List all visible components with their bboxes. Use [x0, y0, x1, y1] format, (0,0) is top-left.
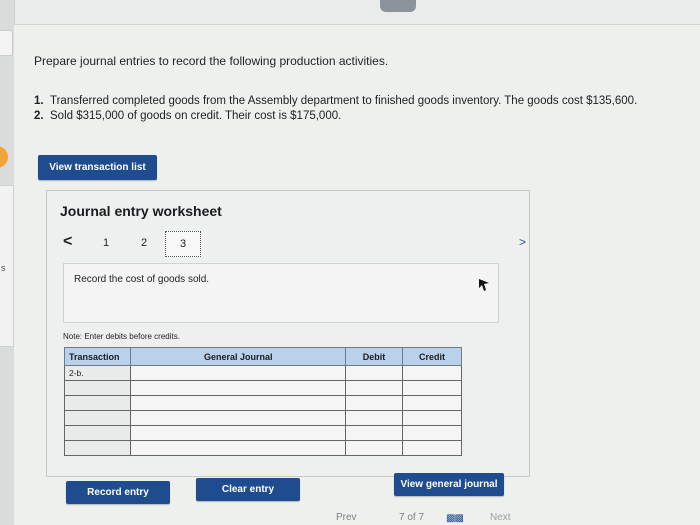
footer-prev-link[interactable]: Prev — [336, 512, 357, 523]
sidebar-orange-tab[interactable] — [0, 146, 8, 168]
item-text: Transferred completed goods from the Ass… — [50, 95, 638, 107]
transaction-cell — [63, 440, 132, 456]
table-row — [63, 410, 463, 426]
view-transaction-list-button[interactable]: View transaction list — [38, 155, 157, 180]
left-sidebar: s — [0, 0, 15, 525]
credit-input[interactable] — [406, 397, 457, 409]
transaction-cell: 2-b. — [63, 365, 132, 381]
header-debit: Debit — [345, 347, 403, 366]
credit-cell[interactable] — [401, 395, 463, 411]
record-entry-button[interactable]: Record entry — [66, 481, 170, 504]
transaction-cell — [63, 380, 132, 396]
mouse-cursor-icon — [479, 279, 489, 291]
footer-page-indicator: 7 of 7 — [399, 512, 425, 523]
debit-cell[interactable] — [345, 365, 403, 381]
top-handle[interactable] — [380, 0, 416, 12]
grid-icon[interactable]: ▩▩ — [446, 513, 464, 524]
credit-cell[interactable] — [401, 410, 463, 426]
sidebar-text-fragment: s — [1, 263, 6, 273]
page-3-tab[interactable]: 3 — [165, 231, 201, 257]
table-row — [63, 380, 463, 396]
table-row: 2-b. — [63, 365, 463, 381]
credit-input[interactable] — [406, 412, 457, 424]
prev-page-icon[interactable]: < — [63, 233, 72, 251]
header-credit: Credit — [401, 347, 463, 366]
account-input[interactable] — [135, 367, 342, 379]
credit-input[interactable] — [406, 367, 457, 379]
account-input[interactable] — [135, 382, 342, 394]
account-input[interactable] — [135, 397, 342, 409]
debit-cell[interactable] — [345, 410, 403, 426]
credit-cell[interactable] — [401, 425, 463, 441]
credit-input[interactable] — [406, 382, 457, 394]
item-number: 1. — [34, 95, 44, 107]
debit-cell[interactable] — [345, 440, 403, 456]
debit-input[interactable] — [350, 427, 398, 439]
sidebar-tab[interactable] — [0, 30, 13, 56]
account-cell[interactable] — [130, 410, 347, 426]
debit-cell[interactable] — [345, 380, 403, 396]
clear-entry-button[interactable]: Clear entry — [196, 478, 300, 501]
account-cell[interactable] — [130, 365, 347, 381]
transaction-cell — [63, 410, 132, 426]
account-cell[interactable] — [130, 380, 347, 396]
account-cell[interactable] — [130, 395, 347, 411]
activity-list: 1. Transferred completed goods from the A… — [34, 94, 637, 124]
note-text: Note: Enter debits before credits. — [63, 332, 180, 341]
next-page-icon[interactable]: > — [519, 235, 526, 249]
credit-cell[interactable] — [401, 440, 463, 456]
view-general-journal-button[interactable]: View general journal — [394, 473, 504, 496]
credit-cell[interactable] — [401, 365, 463, 381]
table-row — [63, 425, 463, 441]
account-input[interactable] — [135, 412, 342, 424]
page-1-tab[interactable]: 1 — [103, 237, 109, 249]
list-item: 2. Sold $315,000 of goods on credit. Thei… — [34, 109, 637, 124]
debit-cell[interactable] — [345, 395, 403, 411]
account-input[interactable] — [135, 442, 342, 454]
credit-input[interactable] — [406, 427, 457, 439]
footer-next-link[interactable]: Next — [490, 512, 511, 523]
table-row — [63, 395, 463, 411]
instruction-box: Record the cost of goods sold. — [63, 263, 499, 323]
item-text: Sold $315,000 of goods on credit. Their … — [50, 110, 342, 122]
item-number: 2. — [34, 110, 44, 122]
table-row — [63, 440, 463, 456]
header-general-journal: General Journal — [130, 347, 347, 366]
question-prompt: Prepare journal entries to record the fo… — [34, 54, 389, 68]
journal-table: Transaction General Journal Debit Credit… — [63, 347, 463, 456]
table-header-row: Transaction General Journal Debit Credit — [63, 347, 463, 366]
page-2-tab[interactable]: 2 — [141, 237, 147, 249]
debit-input[interactable] — [350, 367, 398, 379]
list-item: 1. Transferred completed goods from the A… — [34, 94, 637, 109]
debit-input[interactable] — [350, 412, 398, 424]
credit-cell[interactable] — [401, 380, 463, 396]
transaction-cell — [63, 395, 132, 411]
instruction-text: Record the cost of goods sold. — [74, 274, 210, 285]
debit-input[interactable] — [350, 442, 398, 454]
transaction-cell — [63, 425, 132, 441]
debit-cell[interactable] — [345, 425, 403, 441]
worksheet-pager: < 1 2 3 > — [61, 231, 526, 257]
journal-entry-worksheet: Journal entry worksheet < 1 2 3 > Record… — [46, 190, 530, 477]
header-transaction: Transaction — [63, 347, 132, 366]
worksheet-title: Journal entry worksheet — [60, 203, 222, 219]
debit-input[interactable] — [350, 397, 398, 409]
account-cell[interactable] — [130, 440, 347, 456]
debit-input[interactable] — [350, 382, 398, 394]
account-input[interactable] — [135, 427, 342, 439]
credit-input[interactable] — [406, 442, 457, 454]
account-cell[interactable] — [130, 425, 347, 441]
